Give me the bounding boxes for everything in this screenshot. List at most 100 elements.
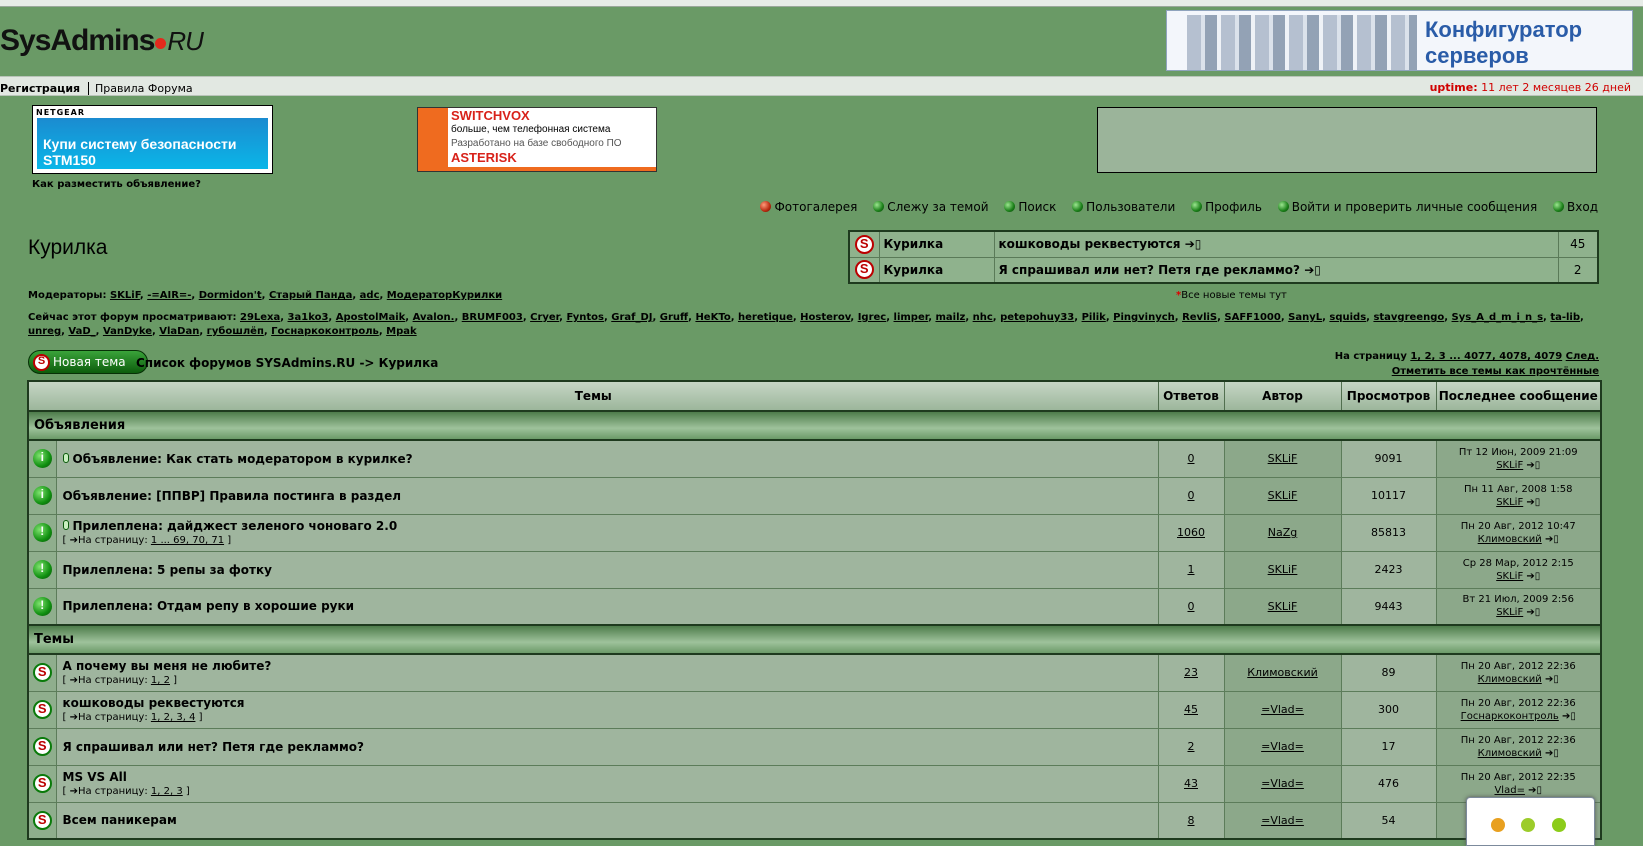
viewer-link[interactable]: ta-lib [1550, 312, 1580, 323]
viewer-link[interactable]: RevliS [1182, 312, 1217, 323]
table-row[interactable]: Прилеплена: 5 репы за фотку1SKLiF2423Ср … [27, 550, 1602, 589]
tray-smiley-icon[interactable] [1521, 818, 1535, 832]
table-row[interactable]: кошководы реквестуются [ ➔На страницу: 1,… [27, 690, 1602, 729]
author-link[interactable]: =Vlad= [1261, 777, 1304, 790]
page-links[interactable]: 1, 2, 3 ... 4077, 4078, 4079 [1410, 351, 1562, 362]
server-config-banner[interactable]: Конфигуратор серверов [1166, 10, 1633, 71]
tray-smiley2-icon[interactable] [1552, 818, 1566, 832]
table-row[interactable]: А почему вы меня не любите? [ ➔На страниц… [27, 653, 1602, 692]
viewer-link[interactable]: Sys_A_d_m_i_n_s [1452, 312, 1544, 323]
new-topic-forum[interactable]: Курилка [878, 230, 995, 258]
viewer-link[interactable]: petepohuy33 [1000, 312, 1074, 323]
author-link[interactable]: SKLiF [1268, 563, 1298, 576]
replies-link[interactable]: 1060 [1177, 526, 1205, 539]
replies-link[interactable]: 2 [1188, 740, 1195, 753]
topic-page-links[interactable]: 1, 2, 3, 4 [151, 712, 196, 723]
topic-title-link[interactable]: Прилеплена: дайджест зеленого чоновaго 2… [73, 519, 398, 533]
topic-page-links[interactable]: 1, 2 [151, 675, 170, 686]
replies-link[interactable]: 23 [1184, 666, 1198, 679]
tray-flag-icon[interactable] [1491, 818, 1505, 832]
viewer-link[interactable]: Cryer [530, 312, 559, 323]
replies-link[interactable]: 45 [1184, 703, 1198, 716]
author-link[interactable]: Климовский [1247, 666, 1318, 679]
topic-page-links[interactable]: 1 ... 69, 70, 71 [151, 535, 224, 546]
goto-last-icon[interactable]: ➔▯ [1181, 237, 1202, 251]
last-post-user[interactable]: SKLiF [1496, 497, 1523, 508]
viewer-link[interactable]: Pilik [1082, 312, 1106, 323]
author-link[interactable]: =Vlad= [1261, 814, 1304, 827]
goto-last-icon[interactable]: ➔▯ [1523, 497, 1540, 508]
viewer-link[interactable]: VaD_ [68, 326, 95, 337]
topic-title-link[interactable]: Я спрашивал или нет? Петя где рекламмо? [63, 740, 365, 754]
new-topic-button[interactable]: Новая тема [28, 350, 148, 374]
author-link[interactable]: =Vlad= [1261, 703, 1304, 716]
table-row[interactable]: Объявление: Как стать модератором в кури… [27, 439, 1602, 478]
viewer-link[interactable]: mailz [935, 312, 965, 323]
goto-last-icon[interactable]: ➔▯ [1542, 748, 1559, 759]
viewer-link[interactable]: heretique [738, 312, 793, 323]
viewer-link[interactable]: ApostolMaik [336, 312, 406, 323]
viewer-link[interactable]: BRUMF003 [462, 312, 523, 323]
viewer-link[interactable]: Avalon. [413, 312, 455, 323]
viewer-link[interactable]: HeKTo [695, 312, 730, 323]
author-link[interactable]: SKLiF [1268, 600, 1298, 613]
forum-rules-link[interactable]: Правила Форума [95, 82, 193, 95]
viewer-link[interactable]: 29Lexa [240, 312, 280, 323]
viewer-link[interactable]: губошлёп [207, 326, 264, 337]
goto-last-icon[interactable]: ➔▯ [1525, 785, 1542, 796]
viewer-link[interactable]: unreg [28, 326, 61, 337]
replies-link[interactable]: 0 [1188, 600, 1195, 613]
topic-title-link[interactable]: Объявление: [ППВР] Правила постинга в ра… [63, 489, 402, 503]
viewer-link[interactable]: Gruff [660, 312, 688, 323]
author-link[interactable]: SKLiF [1268, 489, 1298, 502]
viewer-link[interactable]: Igrec [858, 312, 887, 323]
moderator-link[interactable]: -=AIR=- [147, 290, 191, 301]
search-link[interactable]: Поиск [1004, 200, 1056, 214]
author-link[interactable]: =Vlad= [1261, 740, 1304, 753]
login-link[interactable]: Вход [1553, 200, 1598, 214]
ad-placement-link[interactable]: Как разместить объявление? [32, 179, 201, 190]
last-post-user[interactable]: SKLiF [1496, 460, 1523, 471]
replies-link[interactable]: 1 [1188, 563, 1195, 576]
goto-last-icon[interactable]: ➔▯ [1523, 460, 1540, 471]
moderator-link[interactable]: МодераторКурилки [387, 290, 502, 301]
viewer-link[interactable]: VanDyke [103, 326, 152, 337]
viewer-link[interactable]: squids [1329, 312, 1366, 323]
new-topic-title-cell[interactable]: Я спрашивал или нет? Петя где рекламмо? … [993, 256, 1559, 284]
last-post-user[interactable]: Климовский [1478, 674, 1542, 685]
goto-last-icon[interactable]: ➔▯ [1559, 711, 1576, 722]
goto-last-icon[interactable]: ➔▯ [1523, 607, 1540, 618]
gallery-link[interactable]: Фотогалерея [760, 200, 857, 214]
viewer-link[interactable]: Госнаркоконтроль [271, 326, 379, 337]
viewer-link[interactable]: SAFF1000 [1224, 312, 1280, 323]
table-row[interactable]: Всем паникерам8=Vlad=54ПнГо ➔▯ [27, 801, 1602, 840]
register-link[interactable]: Регистрация [0, 82, 90, 95]
goto-last-icon[interactable]: ➔▯ [1542, 534, 1559, 545]
site-logo[interactable]: SysAdmins RU [0, 24, 204, 58]
last-post-user[interactable]: Госнаркоконтроль [1461, 711, 1559, 722]
topic-title-link[interactable]: А почему вы меня не любите? [63, 659, 272, 673]
users-link[interactable]: Пользователи [1072, 200, 1175, 214]
topic-title-link[interactable]: кошководы реквестуются [63, 696, 245, 710]
replies-link[interactable]: 43 [1184, 777, 1198, 790]
last-post-user[interactable]: SKLiF [1496, 571, 1523, 582]
new-topic-title-cell[interactable]: кошководы реквестуются ➔▯ [993, 230, 1559, 258]
new-topic-forum[interactable]: Курилка [878, 256, 995, 284]
viewer-link[interactable]: limper [894, 312, 929, 323]
new-topic-row[interactable]: КурилкаЯ спрашивал или нет? Петя где рек… [848, 256, 1599, 284]
replies-link[interactable]: 8 [1188, 814, 1195, 827]
viewer-link[interactable]: stavgreengo [1373, 312, 1444, 323]
new-topics-note[interactable]: *Все новые темы тут [1176, 290, 1287, 301]
viewer-link[interactable]: nhc [973, 312, 993, 323]
last-post-user[interactable]: Климовский [1478, 748, 1542, 759]
last-post-user[interactable]: Климовский [1478, 534, 1542, 545]
table-row[interactable]: Прилеплена: Отдам репу в хорошие руки 0 SK… [27, 587, 1602, 626]
new-topic-title[interactable]: кошководы реквестуются [999, 237, 1181, 251]
switchvox-ad[interactable]: SWITCHVOX больше, чем телефонная система… [417, 107, 657, 172]
netgear-ad[interactable]: NETGEAR Купи систему безопасности STM150 [32, 105, 273, 174]
goto-last-icon[interactable]: ➔▯ [1300, 263, 1321, 277]
moderator-link[interactable]: Dormidon't [199, 290, 262, 301]
topic-page-links[interactable]: 1, 2, 3 [151, 786, 183, 797]
goto-last-icon[interactable]: ➔▯ [1523, 571, 1540, 582]
topic-title-link[interactable]: Всем паникерам [63, 813, 177, 827]
